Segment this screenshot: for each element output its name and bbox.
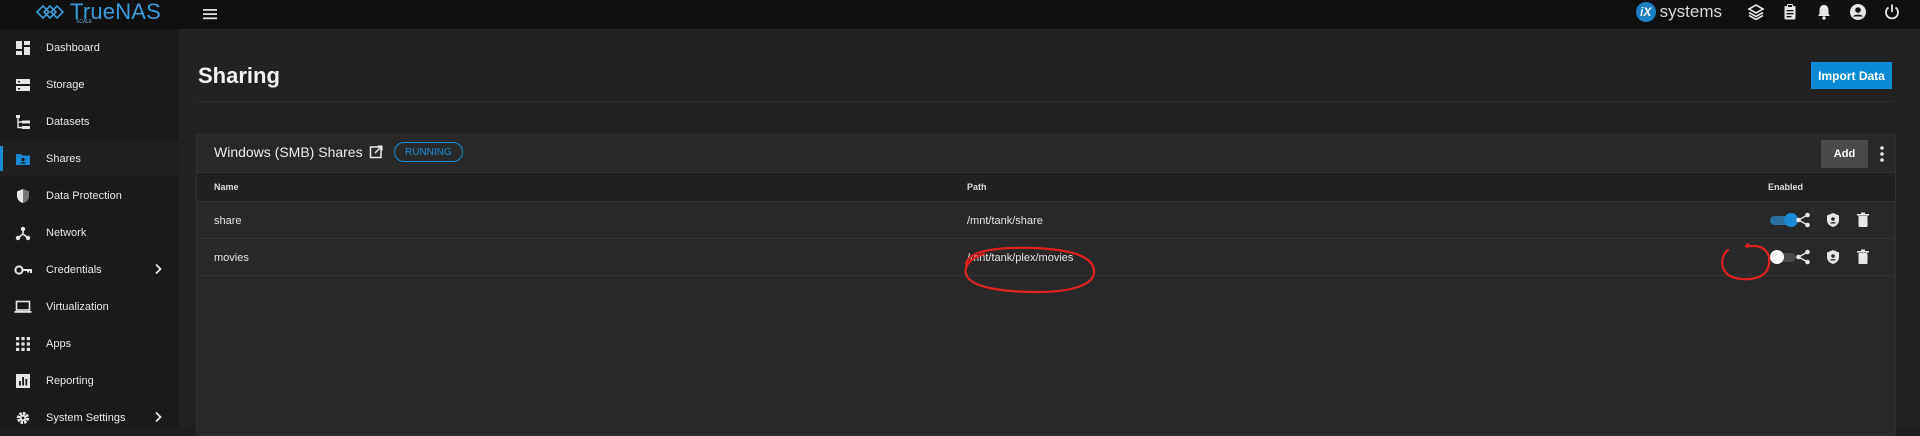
- delete-button[interactable]: [1854, 211, 1872, 229]
- sidebar-item-label: Datasets: [46, 115, 90, 128]
- security-shield-icon: [1827, 213, 1839, 227]
- add-share-button[interactable]: Add: [1821, 140, 1868, 168]
- hamburger-icon: [203, 9, 217, 20]
- table-row: share /mnt/tank/share: [197, 202, 1895, 239]
- sidebar-item-label: Credentials: [46, 263, 102, 276]
- delete-button[interactable]: [1854, 248, 1872, 266]
- shares-icon: [14, 150, 32, 168]
- sidebar-item-label: Apps: [46, 337, 72, 350]
- ix-mark: iX: [1635, 2, 1656, 22]
- sidebar: Dashboard Storage Datasets Shares Data P…: [0, 29, 179, 426]
- share-name: movies: [214, 252, 249, 264]
- share-path: /mnt/tank/share: [967, 215, 1043, 227]
- page-title: Sharing: [198, 63, 280, 88]
- key-icon: [14, 261, 32, 279]
- alerts-button[interactable]: [1814, 2, 1834, 22]
- column-header-name[interactable]: Name: [214, 182, 239, 192]
- reporting-icon: [14, 372, 32, 390]
- brand-edition: SCALE: [76, 19, 93, 25]
- truenas-logo[interactable]: TrueNAS: [34, 0, 161, 24]
- power-button[interactable]: [1882, 2, 1902, 22]
- open-in-new-icon: [369, 145, 383, 159]
- power-icon: [1885, 4, 1899, 20]
- apps-grid-icon: [14, 335, 32, 353]
- divider: [198, 101, 1893, 102]
- chevron-right-icon[interactable]: [151, 410, 165, 424]
- security-shield-icon: [1827, 250, 1839, 264]
- trash-icon: [1857, 249, 1869, 264]
- share-acl-button[interactable]: [1794, 248, 1812, 266]
- share-icon: [1796, 212, 1810, 228]
- account-circle-icon: [1850, 4, 1866, 20]
- sidebar-item-virtualization[interactable]: Virtualization: [0, 288, 179, 325]
- table-header: Name Path Enabled: [197, 173, 1895, 202]
- sidebar-item-network[interactable]: Network: [0, 214, 179, 251]
- sidebar-item-datasets[interactable]: Datasets: [0, 103, 179, 140]
- main-content: Sharing Import Data Windows (SMB) Shares…: [179, 29, 1920, 436]
- toggle-knob: [1770, 250, 1784, 264]
- table-row: movies /mnt/tank/plex/movies: [197, 239, 1895, 276]
- share-icon: [1796, 249, 1810, 265]
- sidebar-item-label: Data Protection: [46, 189, 122, 202]
- card-menu-button[interactable]: [1875, 143, 1889, 165]
- truenas-mark-icon: [35, 4, 64, 20]
- account-button[interactable]: [1848, 2, 1868, 22]
- ixsystems-logo[interactable]: iX systems: [1635, 2, 1722, 22]
- sidebar-item-label: Shares: [46, 152, 81, 165]
- sidebar-item-credentials[interactable]: Credentials: [0, 251, 179, 288]
- column-header-path[interactable]: Path: [967, 182, 987, 192]
- sidebar-item-system-settings[interactable]: System Settings: [0, 399, 179, 436]
- sidebar-item-label: Storage: [46, 78, 85, 91]
- edit-filesystem-acl-button[interactable]: [1824, 248, 1842, 266]
- import-data-button[interactable]: Import Data: [1811, 62, 1892, 89]
- sidebar-item-dashboard[interactable]: Dashboard: [0, 29, 179, 66]
- card-title-link[interactable]: Windows (SMB) Shares: [214, 144, 383, 160]
- service-status-badge[interactable]: RUNNING: [394, 142, 463, 162]
- sidebar-item-shares[interactable]: Shares: [0, 140, 179, 177]
- shield-icon: [14, 187, 32, 205]
- sidebar-item-reporting[interactable]: Reporting: [0, 362, 179, 399]
- card-header: Windows (SMB) Shares RUNNING Add: [197, 135, 1895, 173]
- sidebar-item-label: Dashboard: [46, 41, 100, 54]
- jobs-button[interactable]: [1780, 2, 1800, 22]
- sidebar-item-label: Network: [46, 226, 87, 239]
- share-acl-button[interactable]: [1794, 211, 1812, 229]
- gear-icon: [14, 409, 32, 427]
- sidebar-item-label: System Settings: [46, 411, 126, 424]
- sidebar-item-storage[interactable]: Storage: [0, 66, 179, 103]
- ix-text: systems: [1659, 2, 1722, 21]
- truecommand-icon: [1747, 4, 1765, 21]
- trash-icon: [1857, 212, 1869, 227]
- edit-filesystem-acl-button[interactable]: [1824, 211, 1842, 229]
- row-actions: [1794, 248, 1872, 266]
- card-title: Windows (SMB) Shares: [214, 144, 363, 160]
- sidebar-item-label: Reporting: [46, 374, 94, 387]
- share-name: share: [214, 215, 242, 227]
- clipboard-icon: [1784, 4, 1796, 20]
- storage-icon: [14, 76, 32, 94]
- top-right-toolbar: iX systems: [1635, 0, 1902, 24]
- sidebar-item-data-protection[interactable]: Data Protection: [0, 177, 179, 214]
- dashboard-icon: [14, 39, 32, 57]
- truecommand-button[interactable]: [1746, 2, 1766, 22]
- datasets-icon: [14, 113, 32, 131]
- laptop-icon: [14, 298, 32, 316]
- row-actions: [1794, 211, 1872, 229]
- menu-toggle-button[interactable]: [200, 4, 220, 24]
- column-header-enabled[interactable]: Enabled: [1768, 182, 1803, 192]
- share-path: /mnt/tank/plex/movies: [967, 252, 1074, 264]
- network-icon: [14, 224, 32, 242]
- sidebar-item-label: Virtualization: [46, 300, 109, 313]
- bell-icon: [1818, 5, 1830, 20]
- smb-shares-card: Windows (SMB) Shares RUNNING Add Name Pa…: [196, 134, 1896, 436]
- sidebar-item-apps[interactable]: Apps: [0, 325, 179, 362]
- more-vert-icon: [1880, 146, 1884, 162]
- top-bar: TrueNAS SCALE iX systems: [0, 0, 1920, 29]
- chevron-right-icon[interactable]: [151, 262, 165, 276]
